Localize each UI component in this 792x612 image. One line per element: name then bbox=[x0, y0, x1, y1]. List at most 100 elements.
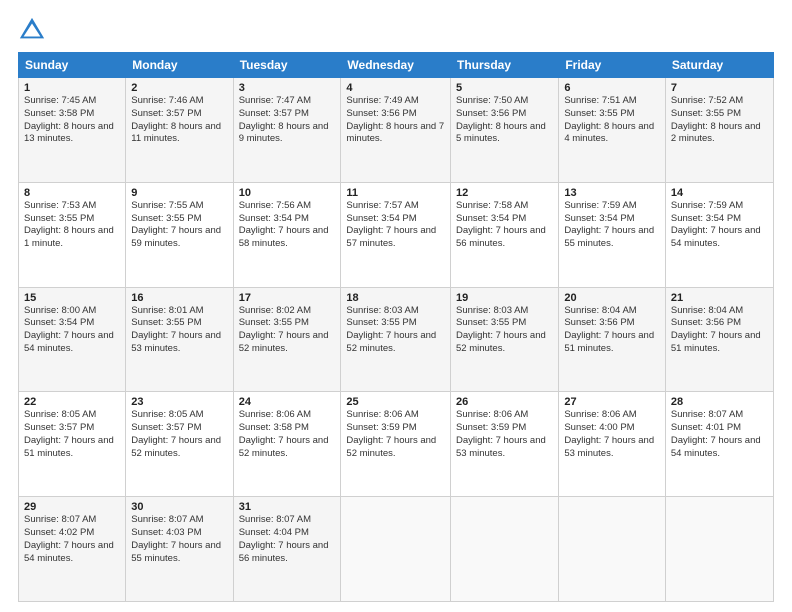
day-info: Sunrise: 8:05 AMSunset: 3:57 PMDaylight:… bbox=[24, 409, 114, 458]
calendar-week-row: 1 Sunrise: 7:45 AMSunset: 3:58 PMDayligh… bbox=[19, 78, 774, 183]
calendar-day-cell: 3 Sunrise: 7:47 AMSunset: 3:57 PMDayligh… bbox=[233, 78, 341, 183]
day-number: 30 bbox=[131, 501, 227, 513]
calendar-day-cell: 8 Sunrise: 7:53 AMSunset: 3:55 PMDayligh… bbox=[19, 182, 126, 287]
calendar-day-cell: 28 Sunrise: 8:07 AMSunset: 4:01 PMDaylig… bbox=[665, 392, 773, 497]
calendar-day-cell: 6 Sunrise: 7:51 AMSunset: 3:55 PMDayligh… bbox=[559, 78, 666, 183]
day-info: Sunrise: 8:01 AMSunset: 3:55 PMDaylight:… bbox=[131, 305, 221, 354]
calendar-day-cell: 16 Sunrise: 8:01 AMSunset: 3:55 PMDaylig… bbox=[126, 287, 233, 392]
day-info: Sunrise: 7:52 AMSunset: 3:55 PMDaylight:… bbox=[671, 95, 761, 144]
calendar-week-row: 8 Sunrise: 7:53 AMSunset: 3:55 PMDayligh… bbox=[19, 182, 774, 287]
day-info: Sunrise: 7:51 AMSunset: 3:55 PMDaylight:… bbox=[564, 95, 654, 144]
day-number: 5 bbox=[456, 82, 553, 94]
calendar-day-cell: 4 Sunrise: 7:49 AMSunset: 3:56 PMDayligh… bbox=[341, 78, 451, 183]
calendar-day-cell: 7 Sunrise: 7:52 AMSunset: 3:55 PMDayligh… bbox=[665, 78, 773, 183]
day-number: 4 bbox=[346, 82, 445, 94]
weekday-header: Tuesday bbox=[233, 53, 341, 78]
calendar-day-cell: 23 Sunrise: 8:05 AMSunset: 3:57 PMDaylig… bbox=[126, 392, 233, 497]
calendar-day-cell: 21 Sunrise: 8:04 AMSunset: 3:56 PMDaylig… bbox=[665, 287, 773, 392]
calendar-day-cell: 14 Sunrise: 7:59 AMSunset: 3:54 PMDaylig… bbox=[665, 182, 773, 287]
day-number: 15 bbox=[24, 292, 120, 304]
day-info: Sunrise: 8:02 AMSunset: 3:55 PMDaylight:… bbox=[239, 305, 329, 354]
day-info: Sunrise: 7:50 AMSunset: 3:56 PMDaylight:… bbox=[456, 95, 546, 144]
day-number: 6 bbox=[564, 82, 660, 94]
day-number: 2 bbox=[131, 82, 227, 94]
weekday-header: Saturday bbox=[665, 53, 773, 78]
day-number: 31 bbox=[239, 501, 336, 513]
calendar-day-cell: 5 Sunrise: 7:50 AMSunset: 3:56 PMDayligh… bbox=[451, 78, 559, 183]
day-info: Sunrise: 8:04 AMSunset: 3:56 PMDaylight:… bbox=[671, 305, 761, 354]
day-info: Sunrise: 7:58 AMSunset: 3:54 PMDaylight:… bbox=[456, 200, 546, 249]
day-number: 21 bbox=[671, 292, 768, 304]
day-number: 28 bbox=[671, 396, 768, 408]
calendar-day-cell: 1 Sunrise: 7:45 AMSunset: 3:58 PMDayligh… bbox=[19, 78, 126, 183]
day-info: Sunrise: 8:06 AMSunset: 3:58 PMDaylight:… bbox=[239, 409, 329, 458]
day-number: 24 bbox=[239, 396, 336, 408]
day-info: Sunrise: 8:06 AMSunset: 3:59 PMDaylight:… bbox=[346, 409, 436, 458]
day-number: 7 bbox=[671, 82, 768, 94]
calendar-table: SundayMondayTuesdayWednesdayThursdayFrid… bbox=[18, 52, 774, 602]
calendar-day-cell: 15 Sunrise: 8:00 AMSunset: 3:54 PMDaylig… bbox=[19, 287, 126, 392]
day-number: 18 bbox=[346, 292, 445, 304]
day-info: Sunrise: 8:07 AMSunset: 4:03 PMDaylight:… bbox=[131, 514, 221, 563]
calendar-day-cell: 30 Sunrise: 8:07 AMSunset: 4:03 PMDaylig… bbox=[126, 497, 233, 602]
day-info: Sunrise: 8:06 AMSunset: 4:00 PMDaylight:… bbox=[564, 409, 654, 458]
day-info: Sunrise: 7:53 AMSunset: 3:55 PMDaylight:… bbox=[24, 200, 114, 249]
calendar-day-cell: 2 Sunrise: 7:46 AMSunset: 3:57 PMDayligh… bbox=[126, 78, 233, 183]
day-number: 1 bbox=[24, 82, 120, 94]
calendar-day-cell: 13 Sunrise: 7:59 AMSunset: 3:54 PMDaylig… bbox=[559, 182, 666, 287]
day-info: Sunrise: 8:04 AMSunset: 3:56 PMDaylight:… bbox=[564, 305, 654, 354]
day-number: 10 bbox=[239, 187, 336, 199]
day-number: 25 bbox=[346, 396, 445, 408]
calendar-header-row: SundayMondayTuesdayWednesdayThursdayFrid… bbox=[19, 53, 774, 78]
day-info: Sunrise: 7:57 AMSunset: 3:54 PMDaylight:… bbox=[346, 200, 436, 249]
calendar-day-cell bbox=[665, 497, 773, 602]
weekday-header: Thursday bbox=[451, 53, 559, 78]
calendar-day-cell: 31 Sunrise: 8:07 AMSunset: 4:04 PMDaylig… bbox=[233, 497, 341, 602]
weekday-header: Friday bbox=[559, 53, 666, 78]
calendar-day-cell: 25 Sunrise: 8:06 AMSunset: 3:59 PMDaylig… bbox=[341, 392, 451, 497]
day-number: 29 bbox=[24, 501, 120, 513]
page: SundayMondayTuesdayWednesdayThursdayFrid… bbox=[0, 0, 792, 612]
calendar-day-cell: 17 Sunrise: 8:02 AMSunset: 3:55 PMDaylig… bbox=[233, 287, 341, 392]
calendar-day-cell bbox=[341, 497, 451, 602]
logo-area bbox=[18, 16, 50, 44]
calendar-week-row: 29 Sunrise: 8:07 AMSunset: 4:02 PMDaylig… bbox=[19, 497, 774, 602]
day-info: Sunrise: 7:56 AMSunset: 3:54 PMDaylight:… bbox=[239, 200, 329, 249]
day-info: Sunrise: 8:07 AMSunset: 4:04 PMDaylight:… bbox=[239, 514, 329, 563]
day-info: Sunrise: 8:03 AMSunset: 3:55 PMDaylight:… bbox=[346, 305, 436, 354]
calendar-day-cell: 18 Sunrise: 8:03 AMSunset: 3:55 PMDaylig… bbox=[341, 287, 451, 392]
day-number: 26 bbox=[456, 396, 553, 408]
day-info: Sunrise: 7:49 AMSunset: 3:56 PMDaylight:… bbox=[346, 95, 444, 144]
day-number: 27 bbox=[564, 396, 660, 408]
calendar-week-row: 22 Sunrise: 8:05 AMSunset: 3:57 PMDaylig… bbox=[19, 392, 774, 497]
calendar-day-cell: 22 Sunrise: 8:05 AMSunset: 3:57 PMDaylig… bbox=[19, 392, 126, 497]
day-info: Sunrise: 7:55 AMSunset: 3:55 PMDaylight:… bbox=[131, 200, 221, 249]
calendar-day-cell: 9 Sunrise: 7:55 AMSunset: 3:55 PMDayligh… bbox=[126, 182, 233, 287]
calendar-day-cell bbox=[451, 497, 559, 602]
day-number: 16 bbox=[131, 292, 227, 304]
day-info: Sunrise: 8:00 AMSunset: 3:54 PMDaylight:… bbox=[24, 305, 114, 354]
logo-icon bbox=[18, 16, 46, 44]
calendar-day-cell: 24 Sunrise: 8:06 AMSunset: 3:58 PMDaylig… bbox=[233, 392, 341, 497]
day-number: 3 bbox=[239, 82, 336, 94]
calendar-day-cell: 27 Sunrise: 8:06 AMSunset: 4:00 PMDaylig… bbox=[559, 392, 666, 497]
calendar-day-cell: 29 Sunrise: 8:07 AMSunset: 4:02 PMDaylig… bbox=[19, 497, 126, 602]
day-number: 22 bbox=[24, 396, 120, 408]
day-info: Sunrise: 7:46 AMSunset: 3:57 PMDaylight:… bbox=[131, 95, 221, 144]
weekday-header: Wednesday bbox=[341, 53, 451, 78]
day-number: 23 bbox=[131, 396, 227, 408]
day-info: Sunrise: 7:59 AMSunset: 3:54 PMDaylight:… bbox=[564, 200, 654, 249]
calendar-day-cell: 11 Sunrise: 7:57 AMSunset: 3:54 PMDaylig… bbox=[341, 182, 451, 287]
weekday-header: Sunday bbox=[19, 53, 126, 78]
calendar-day-cell: 26 Sunrise: 8:06 AMSunset: 3:59 PMDaylig… bbox=[451, 392, 559, 497]
day-number: 20 bbox=[564, 292, 660, 304]
calendar-week-row: 15 Sunrise: 8:00 AMSunset: 3:54 PMDaylig… bbox=[19, 287, 774, 392]
day-number: 14 bbox=[671, 187, 768, 199]
calendar-day-cell: 12 Sunrise: 7:58 AMSunset: 3:54 PMDaylig… bbox=[451, 182, 559, 287]
day-info: Sunrise: 8:03 AMSunset: 3:55 PMDaylight:… bbox=[456, 305, 546, 354]
calendar-day-cell: 19 Sunrise: 8:03 AMSunset: 3:55 PMDaylig… bbox=[451, 287, 559, 392]
day-info: Sunrise: 8:05 AMSunset: 3:57 PMDaylight:… bbox=[131, 409, 221, 458]
day-number: 17 bbox=[239, 292, 336, 304]
day-info: Sunrise: 7:45 AMSunset: 3:58 PMDaylight:… bbox=[24, 95, 114, 144]
day-number: 19 bbox=[456, 292, 553, 304]
